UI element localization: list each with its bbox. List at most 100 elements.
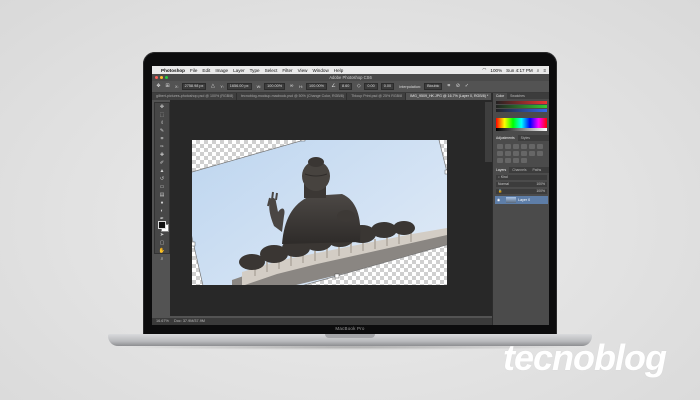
posterize-icon[interactable]	[497, 158, 503, 163]
grayscale-ramp[interactable]	[496, 128, 547, 131]
blend-mode-select[interactable]: Normal 100%	[496, 182, 547, 187]
blur-tool-icon[interactable]: ●	[157, 200, 167, 207]
menu-filter[interactable]: Filter	[282, 68, 292, 73]
layer-name[interactable]: Layer 0	[518, 198, 530, 202]
blend-mode-value: Normal	[498, 182, 509, 186]
tab-paths[interactable]: Paths	[530, 167, 545, 173]
levels-icon[interactable]	[505, 144, 511, 149]
shape-tool-icon[interactable]: ▢	[157, 240, 167, 247]
right-panels: Color Swatches Adjustments Styles Layers…	[492, 93, 549, 325]
reference-point-icon[interactable]: ⊞	[165, 84, 170, 89]
gradient-map-icon[interactable]	[513, 158, 519, 163]
menu-help[interactable]: Help	[334, 68, 343, 73]
battery-label[interactable]: 100%	[490, 68, 502, 73]
color-spectrum[interactable]	[496, 118, 547, 128]
layer-row-active[interactable]: ◉ Layer 0	[495, 196, 548, 204]
opacity-value[interactable]: 100%	[536, 182, 545, 187]
tab-adjustments[interactable]: Adjustments	[493, 135, 518, 141]
history-brush-icon[interactable]: ↺	[157, 176, 167, 183]
interpolation-label: Interpolation:	[399, 84, 422, 89]
layer-filter[interactable]: ⌕ Kind	[496, 175, 547, 180]
exposure-icon[interactable]	[521, 144, 527, 149]
menu-type[interactable]: Type	[250, 68, 260, 73]
warp-icon[interactable]: ⌗	[446, 84, 451, 89]
color-sliders[interactable]	[496, 101, 547, 115]
tab-swatches[interactable]: Swatches	[507, 93, 528, 99]
tab-document-2[interactable]: tecnoblog-mockup-macbook.psd @ 50% (Chan…	[237, 93, 348, 100]
width-field[interactable]: 100.00%	[264, 83, 286, 90]
wifi-icon[interactable]: ◠	[482, 67, 486, 73]
menu-view[interactable]: View	[298, 68, 308, 73]
tab-styles[interactable]: Styles	[518, 135, 533, 141]
gradient-tool-icon[interactable]: ▤	[157, 192, 167, 199]
clock[interactable]: Sun 4:17 PM	[506, 68, 533, 73]
eyedropper-tool-icon[interactable]: ✑	[157, 144, 167, 151]
layer-thumbnail	[506, 197, 517, 203]
hand-tool-icon[interactable]: ✋	[157, 248, 167, 255]
dodge-tool-icon[interactable]: ◐	[157, 208, 167, 215]
tab-document-active[interactable]: IMG_9509_HK.JPG @ 16.7% (Layer 0, RGB/8)…	[406, 93, 492, 100]
spotlight-icon[interactable]: ⌕	[537, 68, 540, 73]
channel-mixer-icon[interactable]	[521, 151, 527, 156]
menu-select[interactable]: Select	[265, 68, 278, 73]
tab-color[interactable]: Color	[493, 93, 508, 99]
move-tool-icon[interactable]: ✥	[157, 104, 167, 111]
commit-transform-icon[interactable]: ✓	[464, 84, 469, 89]
healing-tool-icon[interactable]: ✚	[157, 152, 167, 159]
fill-value[interactable]: 100%	[536, 189, 545, 194]
collapsed-panel-strip[interactable]	[485, 102, 492, 162]
brightness-icon[interactable]	[497, 144, 503, 149]
crop-tool-icon[interactable]: ⌗	[157, 136, 167, 143]
minimize-window-icon[interactable]	[160, 76, 163, 79]
vibrance-icon[interactable]	[529, 144, 535, 149]
interpolation-select[interactable]: Bicubic	[424, 83, 443, 90]
y-field[interactable]: 1656.00 px	[226, 83, 252, 90]
marquee-tool-icon[interactable]: ⬚	[157, 112, 167, 119]
doc-size: Doc: 37.9M/37.9M	[173, 319, 205, 323]
height-field[interactable]: 100.00%	[305, 83, 327, 90]
link-icon[interactable]: ∞	[289, 84, 294, 89]
menu-layer[interactable]: Layer	[233, 68, 245, 73]
quick-select-tool-icon[interactable]: ✎	[157, 128, 167, 135]
curves-icon[interactable]	[513, 144, 519, 149]
color-balance-icon[interactable]	[497, 151, 503, 156]
app-menu[interactable]: Photoshop	[161, 68, 185, 73]
zoom-level[interactable]: 16.67%	[156, 319, 169, 323]
menu-image[interactable]: Image	[215, 68, 228, 73]
selective-color-icon[interactable]	[521, 158, 527, 163]
bw-icon[interactable]	[505, 151, 511, 156]
tab-document-3[interactable]: Tbloup Print.psd @ 25% RGB/8	[347, 93, 407, 100]
menu-window[interactable]: Window	[312, 68, 328, 73]
stamp-tool-icon[interactable]: ▲	[157, 168, 167, 175]
tab-document-1[interactable]: gilbert-pictures-photoshop.psd @ 100% (R…	[152, 93, 238, 100]
x-field[interactable]: 2758.98 px	[181, 83, 207, 90]
close-window-icon[interactable]	[155, 76, 158, 79]
eraser-tool-icon[interactable]: ▭	[157, 184, 167, 191]
rotated-photo-layer[interactable]	[192, 140, 447, 285]
path-select-tool-icon[interactable]: ➤	[157, 232, 167, 239]
visibility-eye-icon[interactable]: ◉	[497, 198, 500, 202]
angle-field[interactable]: 8.60	[338, 83, 353, 90]
cancel-transform-icon[interactable]: ⊘	[455, 84, 460, 89]
move-tool-icon[interactable]: ✥	[156, 84, 161, 89]
hskew-field[interactable]: 0.00	[364, 83, 378, 90]
foreground-color-swatch[interactable]	[158, 221, 166, 229]
canvas[interactable]	[192, 140, 447, 285]
threshold-icon[interactable]	[505, 158, 511, 163]
zoom-tool-icon[interactable]: ⌕	[157, 256, 167, 263]
vskew-field[interactable]: 0.00	[380, 83, 395, 90]
zoom-window-icon[interactable]	[165, 76, 168, 79]
window-title: Adobe Photoshop CS6	[329, 75, 372, 80]
hue-icon[interactable]	[537, 144, 543, 149]
invert-icon[interactable]	[537, 151, 543, 156]
menu-list-icon[interactable]: ≡	[543, 68, 546, 73]
brush-tool-icon[interactable]: ✐	[157, 160, 167, 167]
tab-channels[interactable]: Channels	[509, 167, 529, 173]
menu-edit[interactable]: Edit	[202, 68, 210, 73]
tab-layers[interactable]: Layers	[493, 167, 510, 173]
relative-position-icon[interactable]: △	[210, 84, 215, 89]
menu-file[interactable]: File	[190, 68, 197, 73]
lasso-tool-icon[interactable]: ℓ	[157, 120, 167, 127]
color-lookup-icon[interactable]	[529, 151, 535, 156]
photo-filter-icon[interactable]	[513, 151, 519, 156]
